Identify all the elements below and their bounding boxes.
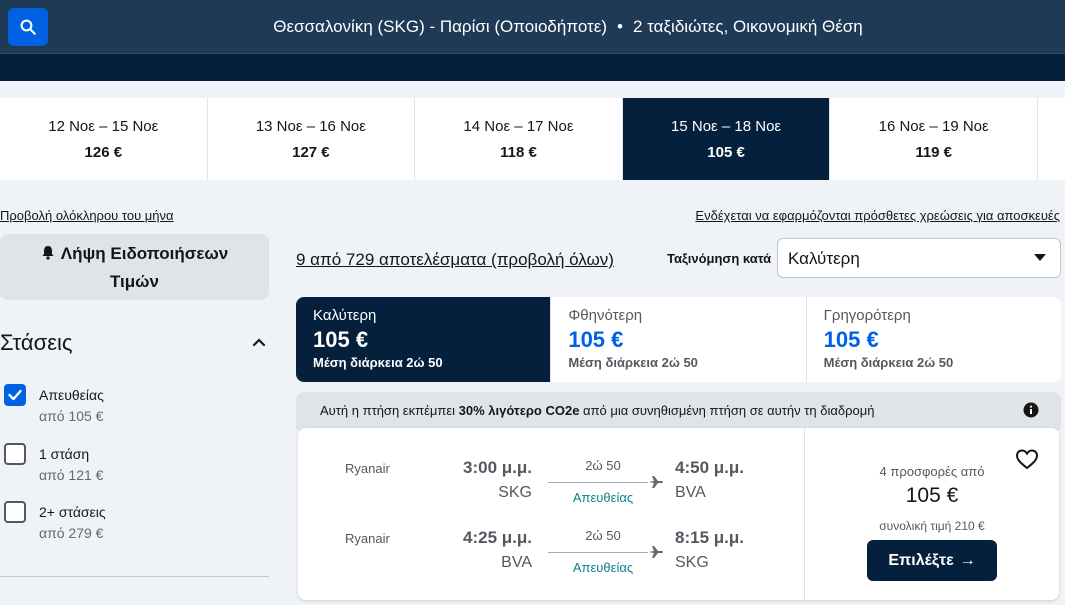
sort-tab-duration: Μέση διάρκεια 2ώ 50 (823, 355, 954, 370)
date-range: 16 Νοε – 19 Νοε (878, 117, 989, 135)
results-count-link[interactable]: 9 από 729 αποτελέσματα (προβολή όλων) (296, 250, 614, 270)
route-line (548, 482, 648, 483)
stops-filter-title: Στάσεις (0, 330, 73, 355)
date-price: 119 € (915, 143, 953, 161)
price-alerts-label: Λήψη Ειδοποιήσεων Τιμών (60, 243, 229, 291)
flight-duration: 2ώ 50 (585, 528, 621, 543)
date-range: 12 Νοε – 15 Νοε (48, 117, 159, 135)
sidebar-divider (0, 576, 269, 577)
sort-tab-duration: Μέση διάρκεια 2ώ 50 (568, 355, 698, 370)
sort-tab-title: Φθηνότερη (568, 307, 643, 324)
baggage-fees-link[interactable]: Ενδέχεται να εφαρμόζονται πρόσθετες χρεώ… (695, 208, 1060, 223)
sort-tab-duration: Μέση διάρκεια 2ώ 50 (313, 355, 443, 370)
stop-filter-price: από 105 € (39, 408, 104, 424)
stop-filter-label: Απευθείας (39, 387, 104, 403)
stop-filter-price: από 121 € (39, 467, 104, 483)
search-summary-text[interactable]: Θεσσαλονίκη (SKG) - Παρίσι (Οποιοδήποτε)… (0, 17, 1065, 37)
date-price: 127 € (292, 143, 330, 161)
stop-filter-price: από 279 € (39, 525, 104, 541)
date-option-1[interactable]: 13 Νοε – 16 Νοε 127 € (208, 98, 416, 180)
departure-time: 4:25 μ.μ. (463, 528, 532, 547)
arrival-airport: SKG (675, 554, 709, 571)
search-summary-bar[interactable]: Θεσσαλονίκη (SKG) - Παρίσι (Οποιοδήποτε)… (0, 0, 1065, 54)
route-line (548, 552, 648, 553)
date-range: 15 Νοε – 18 Νοε (671, 117, 782, 135)
stop-filter-direct[interactable]: Απευθείας από 105 € (4, 384, 264, 430)
sort-tabs: Καλύτερη 105 € Μέση διάρκεια 2ώ 50 Φθηνό… (296, 297, 1061, 382)
arrow-right-icon: → (959, 551, 976, 569)
date-option-2[interactable]: 14 Νοε – 17 Νοε 118 € (415, 98, 623, 180)
sort-tab-title: Γρηγορότερη (823, 307, 911, 324)
flight-legs: Ryanair 3:00 μ.μ. SKG 2ώ 50 Απευθείας 4:… (298, 428, 805, 600)
select-flight-button[interactable]: Επιλέξτε → (867, 540, 997, 581)
stop-filter-label: 1 στάση (39, 446, 90, 462)
date-option-0[interactable]: 12 Νοε – 15 Νοε 126 € (0, 98, 208, 180)
sort-label: Ταξινόμηση κατά (667, 251, 772, 266)
outbound-leg: Ryanair 3:00 μ.μ. SKG 2ώ 50 Απευθείας 4:… (298, 452, 805, 512)
bell-icon (41, 241, 55, 268)
sort-tab-cheapest[interactable]: Φθηνότερη 105 € Μέση διάρκεια 2ώ 50 (551, 297, 807, 382)
total-price: συνολική τιμή 210 € (879, 519, 985, 533)
price-panel: 4 προσφορές από 105 € συνολική τιμή 210 … (805, 428, 1059, 600)
offers-count: 4 προσφορές από (879, 464, 985, 479)
sort-tab-price: 105 € (823, 327, 879, 352)
chevron-up-icon[interactable] (252, 334, 266, 352)
return-leg: Ryanair 4:25 μ.μ. BVA 2ώ 50 Απευθείας 8:… (298, 522, 805, 582)
search-header: Θεσσαλονίκη (SKG) - Παρίσι (Οποιοδήποτε)… (0, 0, 1065, 81)
date-price: 126 € (84, 143, 123, 161)
stop-filter-two-plus[interactable]: 2+ στάσεις από 279 € (4, 501, 264, 547)
flight-duration: 2ώ 50 (585, 458, 621, 473)
airline-name: Ryanair (345, 461, 390, 476)
select-button-label: Επιλέξτε (888, 551, 954, 569)
sort-tab-price: 105 € (568, 327, 624, 352)
date-price: 105 € (707, 143, 745, 161)
caret-down-icon (1034, 254, 1046, 261)
search-travellers: 2 ταξιδιώτες, Οικονομική Θέση (632, 17, 863, 36)
arrival-time: 8:15 μ.μ. (675, 528, 744, 547)
eco-banner: Αυτή η πτήση εκπέμπει 30% λιγότερο CO2e … (296, 392, 1061, 430)
sort-tab-title: Καλύτερη (313, 307, 377, 324)
departure-time: 3:00 μ.μ. (463, 458, 532, 477)
stop-filter-one-stop[interactable]: 1 στάση από 121 € (4, 443, 264, 489)
departure-airport: BVA (501, 554, 532, 571)
flight-result-card[interactable]: Ryanair 3:00 μ.μ. SKG 2ώ 50 Απευθείας 4:… (298, 428, 1059, 600)
date-price: 118 € (500, 143, 537, 161)
date-range: 13 Νοε – 16 Νοε (255, 117, 366, 135)
sort-tab-best[interactable]: Καλύτερη 105 € Μέση διάρκεια 2ώ 50 (296, 297, 552, 382)
eco-banner-text: Αυτή η πτήση εκπέμπει 30% λιγότερο CO2e … (320, 403, 874, 418)
date-option-4[interactable]: 16 Νοε – 19 Νοε 119 € (830, 98, 1038, 180)
departure-airport: SKG (498, 484, 532, 501)
one-stop-checkbox[interactable] (4, 443, 26, 465)
flight-price: 105 € (905, 484, 959, 507)
search-separator: • (617, 17, 623, 36)
arrival-time: 4:50 μ.μ. (675, 458, 744, 477)
date-range: 14 Νοε – 17 Νοε (463, 117, 574, 135)
sort-select[interactable]: Καλύτερη (777, 238, 1061, 278)
stops-info: Απευθείας (572, 490, 634, 505)
arrival-airport: BVA (675, 484, 706, 501)
checkmark-icon (8, 389, 22, 401)
eco-text-prefix: Αυτή η πτήση εκπέμπει (320, 403, 459, 418)
info-icon[interactable] (1023, 402, 1039, 423)
two-plus-stops-checkbox[interactable] (4, 501, 26, 523)
price-alerts-button[interactable]: Λήψη Ειδοποιήσεων Τιμών (0, 234, 269, 300)
stop-filter-label: 2+ στάσεις (39, 504, 106, 520)
sort-tab-fastest[interactable]: Γρηγορότερη 105 € Μέση διάρκεια 2ώ 50 (807, 297, 1061, 382)
view-whole-month-link[interactable]: Προβολή ολόκληρου του μήνα (0, 208, 174, 223)
sort-tab-price: 105 € (313, 327, 369, 352)
stops-info: Απευθείας (572, 560, 634, 575)
eco-text-suffix: από μια συνηθισμένη πτήση σε αυτήν τη δι… (579, 403, 875, 418)
date-option-3-selected[interactable]: 15 Νοε – 18 Νοε 105 € (622, 98, 831, 180)
search-route: Θεσσαλονίκη (SKG) - Παρίσι (Οποιοδήποτε) (273, 17, 608, 36)
sort-select-value: Καλύτερη (788, 249, 860, 268)
direct-checkbox[interactable] (4, 384, 26, 406)
date-price-strip: 12 Νοε – 15 Νοε 126 € 13 Νοε – 16 Νοε 127 … (0, 98, 1065, 180)
eco-text-highlight: 30% λιγότερο CO2e (458, 403, 580, 418)
airline-name: Ryanair (345, 531, 390, 546)
